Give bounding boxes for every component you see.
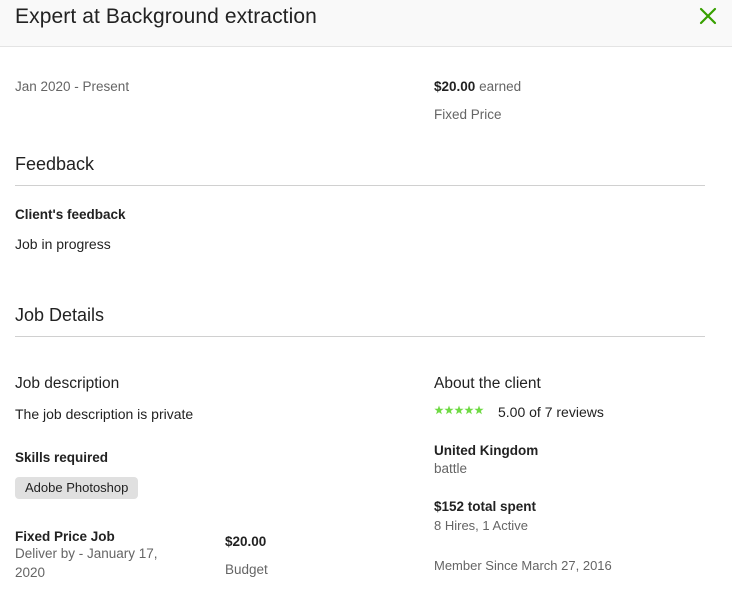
job-type: Fixed Price Job [15, 529, 115, 544]
client-country: United Kingdom [434, 443, 539, 458]
earned-amount: $20.00 [434, 79, 476, 94]
deliver-by-line1: Deliver by - January 17, [15, 546, 158, 561]
skill-chip[interactable]: Adobe Photoshop [15, 477, 139, 499]
star-icon [474, 405, 484, 415]
close-button[interactable] [698, 6, 718, 26]
client-hires: 8 Hires, 1 Active [434, 518, 528, 533]
client-total-spent: $152 total spent [434, 499, 537, 514]
deliver-by-line2: 2020 [15, 565, 46, 580]
skills-heading: Skills required [15, 450, 109, 465]
star-icon [444, 405, 454, 415]
page-title: Expert at Background extraction [15, 5, 317, 28]
job-details-divider [15, 336, 705, 337]
job-details-heading: Job Details [15, 305, 105, 325]
client-city: battle [434, 461, 468, 476]
job-description-text: The job description is private [15, 406, 194, 422]
client-member-since: Member Since March 27, 2016 [434, 558, 612, 573]
modal-header: Expert at Background extraction [0, 0, 732, 47]
contract-type: Fixed Price [434, 107, 502, 122]
job-description-heading: Job description [15, 375, 120, 392]
feedback-divider [15, 185, 705, 186]
client-feedback-label: Client's feedback [15, 207, 126, 222]
rating-stars [434, 405, 484, 415]
about-client-heading: About the client [434, 375, 541, 392]
feedback-heading: Feedback [15, 154, 95, 174]
star-icon [434, 405, 444, 415]
rating-text: 5.00 of 7 reviews [498, 404, 604, 420]
earned-summary: $20.00 earned [434, 79, 521, 94]
star-icon [454, 405, 464, 415]
budget-label: Budget [225, 562, 268, 577]
star-icon [464, 405, 474, 415]
client-feedback-text: Job in progress [15, 236, 111, 252]
budget-amount: $20.00 [225, 534, 267, 549]
earned-suffix: earned [479, 79, 522, 94]
close-icon [699, 7, 717, 25]
engagement-period: Jan 2020 - Present [15, 79, 130, 94]
